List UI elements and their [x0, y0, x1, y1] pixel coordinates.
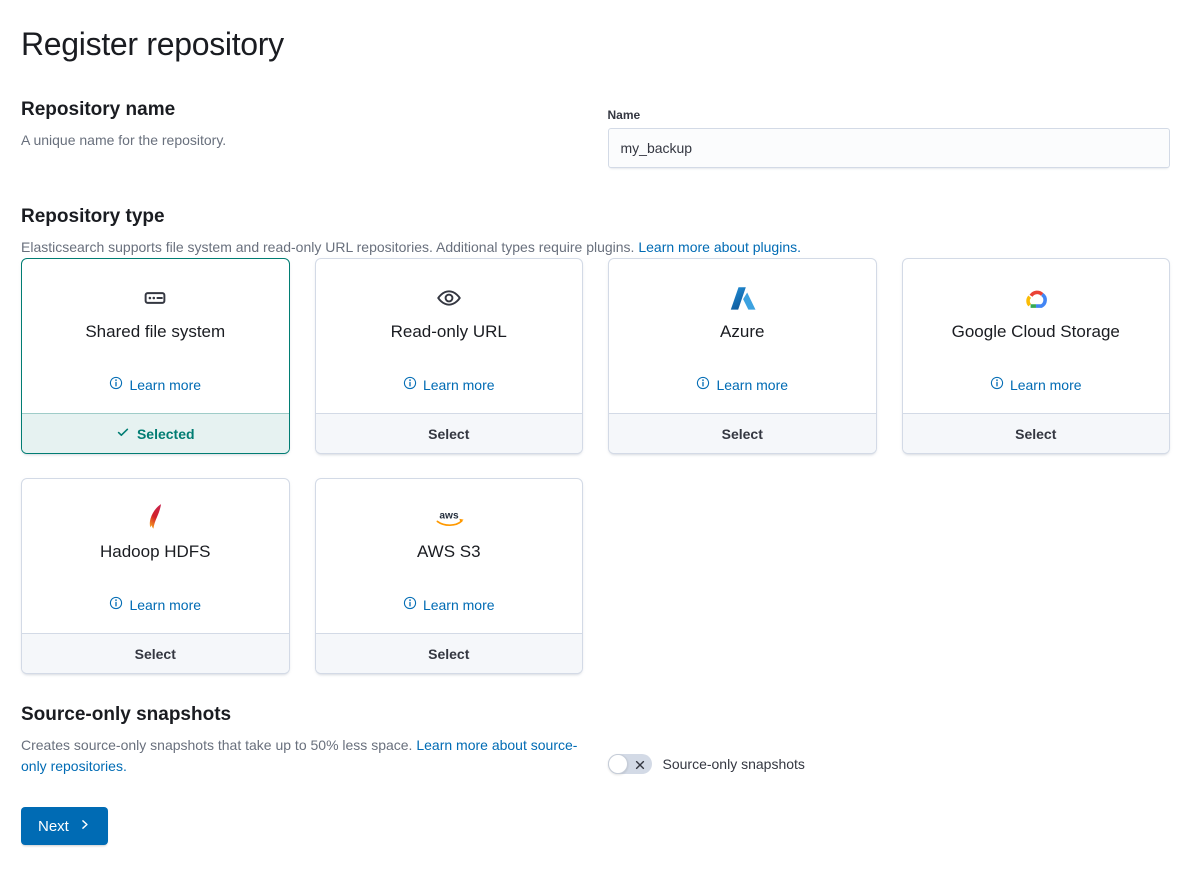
- card-shared-file-system[interactable]: Shared file system Learn more: [21, 258, 290, 454]
- repository-type-description: Elasticsearch supports file system and r…: [21, 237, 1170, 258]
- source-only-description-text: Creates source-only snapshots that take …: [21, 737, 412, 753]
- learn-more-plugins-link[interactable]: Learn more about plugins.: [638, 239, 801, 255]
- card-read-only-url[interactable]: Read-only URL Learn more Select: [315, 258, 584, 454]
- check-icon: [116, 425, 130, 442]
- svg-text:aws: aws: [439, 510, 459, 521]
- card-body: Read-only URL Learn more: [316, 259, 583, 413]
- card-action-label: Select: [722, 426, 763, 442]
- repository-name-description: A unique name for the repository.: [21, 130, 584, 151]
- learn-more-link[interactable]: Learn more: [109, 596, 201, 619]
- learn-more-label: Learn more: [423, 377, 495, 393]
- toggle-thumb: [608, 754, 628, 774]
- card-google-cloud-storage[interactable]: Google Cloud Storage Learn more: [902, 258, 1171, 454]
- learn-more-label: Learn more: [716, 377, 788, 393]
- page-title: Register repository: [21, 26, 1170, 63]
- repository-name-heading: Repository name: [21, 99, 584, 121]
- learn-more-link[interactable]: Learn more: [990, 376, 1082, 399]
- card-title: Read-only URL: [391, 322, 507, 342]
- cross-icon: [634, 758, 646, 776]
- source-only-heading: Source-only snapshots: [21, 704, 584, 726]
- name-field-label: Name: [608, 108, 1171, 122]
- info-icon: [109, 596, 123, 613]
- azure-icon: [728, 281, 756, 315]
- learn-more-label: Learn more: [129, 377, 201, 393]
- card-body: Azure Learn more: [609, 259, 876, 413]
- selected-indicator[interactable]: Selected: [22, 413, 289, 453]
- name-input[interactable]: [608, 128, 1171, 168]
- card-action-label: Select: [135, 646, 176, 662]
- select-button[interactable]: Select: [903, 413, 1170, 453]
- source-only-toggle-group: Source-only snapshots: [608, 704, 1171, 777]
- card-azure[interactable]: Azure Learn more Select: [608, 258, 877, 454]
- aws-icon: aws: [433, 501, 465, 535]
- card-title: Google Cloud Storage: [952, 322, 1120, 342]
- google-cloud-icon: [1023, 281, 1048, 315]
- repository-type-section: Repository type Elasticsearch supports f…: [21, 206, 1170, 674]
- info-icon: [403, 596, 417, 613]
- select-button[interactable]: Select: [316, 413, 583, 453]
- source-only-section: Source-only snapshots Creates source-onl…: [21, 704, 1170, 777]
- eye-icon: [436, 281, 462, 315]
- info-icon: [696, 376, 710, 393]
- learn-more-link[interactable]: Learn more: [696, 376, 788, 399]
- source-only-description: Creates source-only snapshots that take …: [21, 735, 584, 777]
- repository-type-card-grid: Shared file system Learn more: [21, 258, 1170, 674]
- card-action-label: Select: [1015, 426, 1056, 442]
- card-body: aws AWS S3: [316, 479, 583, 633]
- apache-feather-icon: [147, 501, 163, 535]
- source-only-text: Source-only snapshots Creates source-onl…: [21, 704, 584, 777]
- select-button[interactable]: Select: [316, 633, 583, 673]
- learn-more-link[interactable]: Learn more: [403, 376, 495, 399]
- learn-more-label: Learn more: [423, 597, 495, 613]
- register-repository-page: Register repository Repository name A un…: [0, 0, 1192, 869]
- card-title: Shared file system: [85, 322, 225, 342]
- card-aws-s3[interactable]: aws AWS S3: [315, 478, 584, 674]
- card-title: AWS S3: [417, 542, 481, 562]
- learn-more-label: Learn more: [1010, 377, 1082, 393]
- card-action-label: Select: [428, 646, 469, 662]
- repository-name-text: Repository name A unique name for the re…: [21, 99, 584, 168]
- next-button[interactable]: Next: [21, 807, 108, 845]
- repository-name-form: Name: [608, 99, 1171, 168]
- info-icon: [403, 376, 417, 393]
- card-body: Hadoop HDFS Learn more: [22, 479, 289, 633]
- learn-more-link[interactable]: Learn more: [109, 376, 201, 399]
- card-body: Shared file system Learn more: [22, 259, 289, 413]
- info-icon: [990, 376, 1004, 393]
- learn-more-link[interactable]: Learn more: [403, 596, 495, 619]
- storage-icon: [143, 281, 167, 315]
- info-icon: [109, 376, 123, 393]
- card-title: Azure: [720, 322, 764, 342]
- chevron-right-icon: [78, 818, 91, 835]
- repository-type-description-text: Elasticsearch supports file system and r…: [21, 239, 634, 255]
- card-action-label: Select: [428, 426, 469, 442]
- next-button-label: Next: [38, 818, 69, 835]
- card-action-label: Selected: [137, 426, 195, 442]
- card-title: Hadoop HDFS: [100, 542, 211, 562]
- learn-more-label: Learn more: [129, 597, 201, 613]
- toggle-label[interactable]: Source-only snapshots: [663, 756, 805, 772]
- select-button[interactable]: Select: [609, 413, 876, 453]
- card-hadoop-hdfs[interactable]: Hadoop HDFS Learn more Select: [21, 478, 290, 674]
- select-button[interactable]: Select: [22, 633, 289, 673]
- repository-type-heading: Repository type: [21, 206, 1170, 228]
- source-only-toggle[interactable]: [608, 754, 652, 774]
- repository-name-section: Repository name A unique name for the re…: [21, 99, 1170, 168]
- card-body: Google Cloud Storage Learn more: [903, 259, 1170, 413]
